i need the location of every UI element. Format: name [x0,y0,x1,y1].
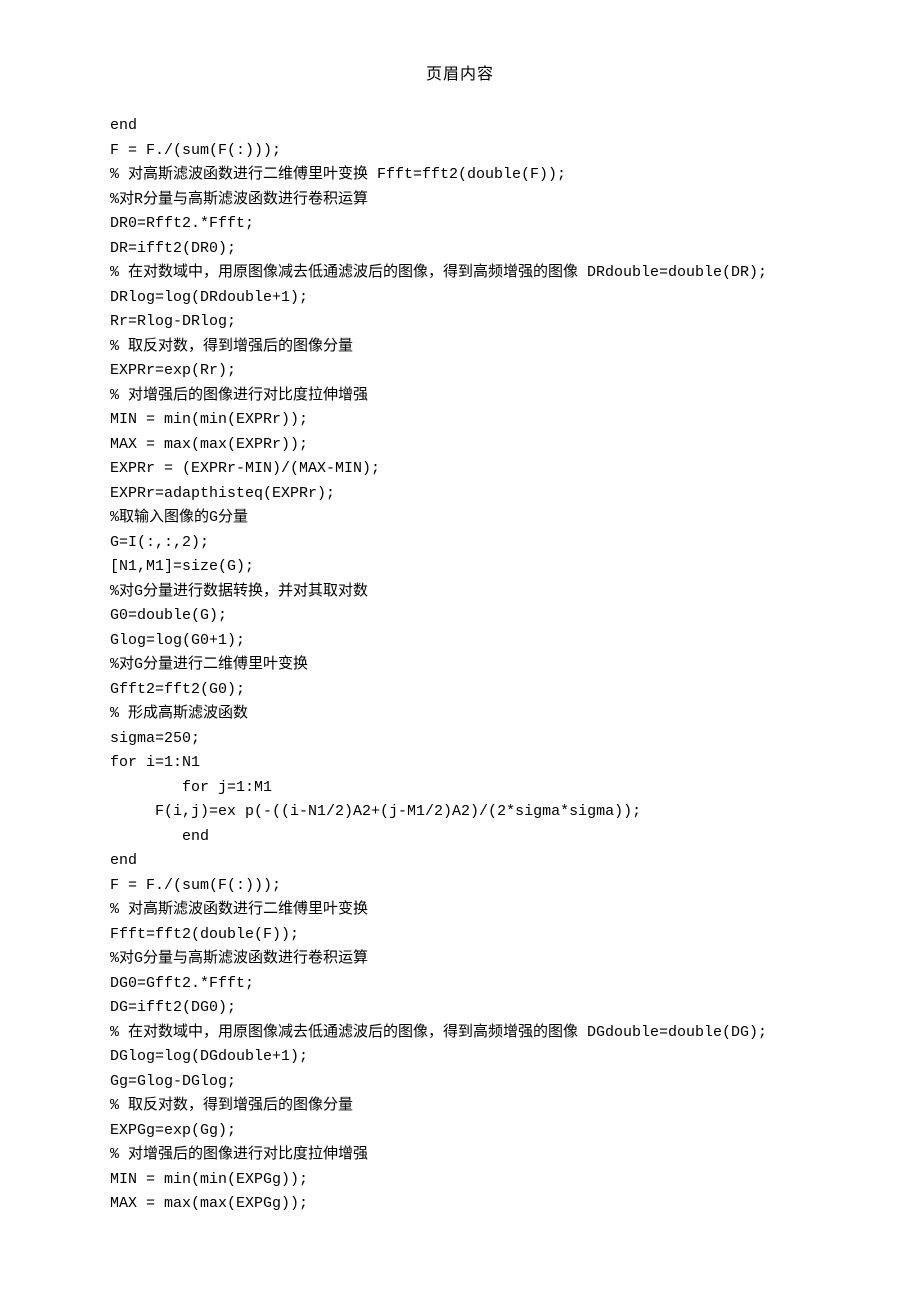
code-line: DG=ifft2(DG0); [110,996,810,1021]
code-line: % 对高斯滤波函数进行二维傅里叶变换 [110,898,810,923]
code-line: EXPRr=exp(Rr); [110,359,810,384]
code-line: for j=1:M1 [110,776,810,801]
code-line: % 在对数域中，用原图像减去低通滤波后的图像，得到高频增强的图像 DGdoubl… [110,1021,810,1046]
code-line: % 取反对数，得到增强后的图像分量 [110,1094,810,1119]
code-line: MAX = max(max(EXPGg)); [110,1192,810,1217]
page-header: 页眉内容 [0,60,920,84]
code-line: EXPGg=exp(Gg); [110,1119,810,1144]
code-line: MIN = min(min(EXPRr)); [110,408,810,433]
code-line: EXPRr = (EXPRr-MIN)/(MAX-MIN); [110,457,810,482]
code-line: %对G分量与高斯滤波函数进行卷积运算 [110,947,810,972]
code-line: Rr=Rlog-DRlog; [110,310,810,335]
code-line: DGlog=log(DGdouble+1); [110,1045,810,1070]
code-line: % 在对数域中，用原图像减去低通滤波后的图像，得到高频增强的图像 DRdoubl… [110,261,810,286]
code-line: % 对增强后的图像进行对比度拉伸增强 [110,384,810,409]
code-line: G=I(:,:,2); [110,531,810,556]
code-line: F = F./(sum(F(:))); [110,139,810,164]
code-line: % 形成高斯滤波函数 [110,702,810,727]
code-line: end [110,849,810,874]
code-line: DR0=Rfft2.*Ffft; [110,212,810,237]
code-line: % 对增强后的图像进行对比度拉伸增强 [110,1143,810,1168]
code-line: end [110,825,810,850]
code-line: Gfft2=fft2(G0); [110,678,810,703]
code-line: EXPRr=adapthisteq(EXPRr); [110,482,810,507]
code-line: for i=1:N1 [110,751,810,776]
code-line: % 对高斯滤波函数进行二维傅里叶变换 Ffft=fft2(double(F)); [110,163,810,188]
code-line: DG0=Gfft2.*Ffft; [110,972,810,997]
code-line: MAX = max(max(EXPRr)); [110,433,810,458]
code-line: % 取反对数，得到增强后的图像分量 [110,335,810,360]
code-line: %对G分量进行二维傅里叶变换 [110,653,810,678]
code-line: %对G分量进行数据转换，并对其取对数 [110,580,810,605]
code-line: Glog=log(G0+1); [110,629,810,654]
code-line: DR=ifft2(DR0); [110,237,810,262]
code-line: F(i,j)=ex p(-((i-N1/2)A2+(j-M1/2)A2)/(2*… [110,800,810,825]
code-line: [N1,M1]=size(G); [110,555,810,580]
code-line: G0=double(G); [110,604,810,629]
code-line: F = F./(sum(F(:))); [110,874,810,899]
document-page: 页眉内容 endF = F./(sum(F(:)));% 对高斯滤波函数进行二维… [0,0,920,1303]
code-line: %对R分量与高斯滤波函数进行卷积运算 [110,188,810,213]
code-line: end [110,114,810,139]
code-line: sigma=250; [110,727,810,752]
code-line: DRlog=log(DRdouble+1); [110,286,810,311]
code-block: endF = F./(sum(F(:)));% 对高斯滤波函数进行二维傅里叶变换… [0,114,920,1217]
code-line: Gg=Glog-DGlog; [110,1070,810,1095]
code-line: Ffft=fft2(double(F)); [110,923,810,948]
code-line: %取输入图像的G分量 [110,506,810,531]
code-line: MIN = min(min(EXPGg)); [110,1168,810,1193]
